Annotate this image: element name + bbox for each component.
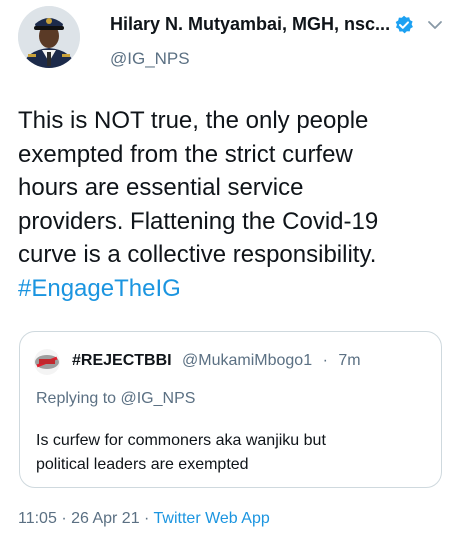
quoted-tweet[interactable]: #REJECTBBI @MukamiMbogo1 · 7m Replying t… <box>19 331 442 488</box>
tweet-text-line: hours are essential service <box>18 174 304 201</box>
hashtag-link[interactable]: #EngageTheIG <box>18 272 448 306</box>
quoted-text-line: Is curfew for commoners aka wanjiku but <box>36 432 326 449</box>
tweet-text-line: This is NOT true, the only people <box>18 107 369 134</box>
tweet-text-line: providers. Flattening the Covid-19 <box>18 207 379 235</box>
tweet-time[interactable]: 11:05 <box>18 510 57 527</box>
quoted-author-name[interactable]: #REJECTBBI <box>72 352 172 369</box>
tweet-text-line: exempted from the strict curfew <box>18 140 353 168</box>
tweet-source[interactable]: Twitter Web App <box>154 510 270 527</box>
tweet-card: Hilary N. Mutyambai, MGH, nsc... @IG_NPS… <box>0 0 461 545</box>
quoted-author-handle[interactable]: @MukamiMbogo1 <box>182 352 312 369</box>
author-handle[interactable]: @IG_NPS <box>110 49 190 69</box>
tweet-text-line: curve is a collective responsibility. <box>18 241 377 268</box>
quoted-author-avatar[interactable] <box>34 349 60 375</box>
quoted-text-line: political leaders are exempted <box>36 456 249 473</box>
tweet-date[interactable]: 26 Apr 21 <box>71 510 140 527</box>
footer-separator: · <box>144 510 150 527</box>
tweet-footer: 11:05 · 26 Apr 21 · Twitter Web App <box>18 510 270 528</box>
quoted-text: Is curfew for commoners aka wanjiku but … <box>36 429 416 477</box>
verified-badge-icon <box>394 15 414 35</box>
quoted-header: #REJECTBBI @MukamiMbogo1 · 7m <box>72 352 361 370</box>
tweet-text: This is NOT true, the only people exempt… <box>18 104 448 305</box>
author-name[interactable]: Hilary N. Mutyambai, MGH, nsc... <box>110 14 390 35</box>
quoted-time[interactable]: 7m <box>338 352 360 369</box>
footer-separator: · <box>61 510 67 527</box>
replying-to[interactable]: Replying to @IG_NPS <box>36 390 195 408</box>
author-avatar[interactable] <box>18 6 80 68</box>
chevron-down-icon[interactable] <box>427 17 443 33</box>
quoted-separator: · <box>322 352 328 369</box>
